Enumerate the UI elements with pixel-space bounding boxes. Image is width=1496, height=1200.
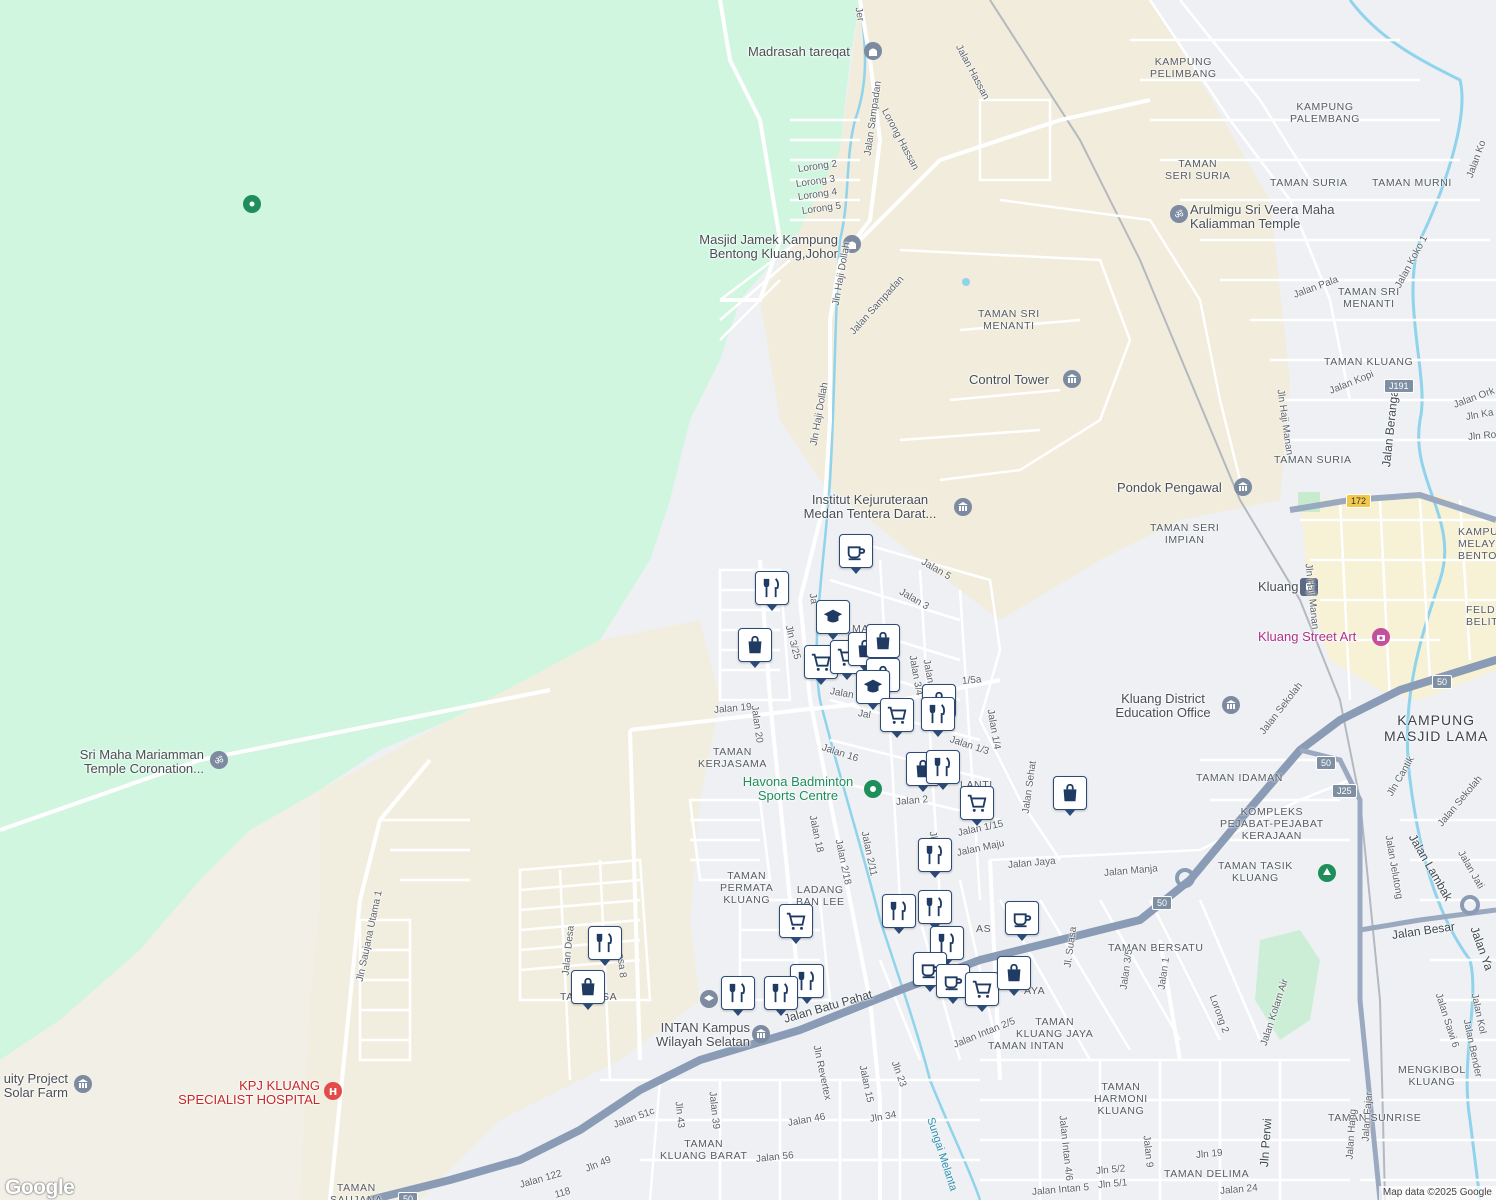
fork-knife-icon	[890, 901, 907, 921]
pin-school[interactable]	[816, 600, 850, 640]
coffee-icon	[847, 546, 866, 561]
pin-restaurant-3[interactable]	[926, 750, 960, 790]
shopping-bag-icon	[1007, 963, 1021, 982]
shopping-bag-icon	[876, 631, 890, 650]
fork-knife-icon	[926, 897, 943, 917]
svg-text:ॐ: ॐ	[1174, 209, 1183, 220]
map-data-attribution[interactable]: Map data ©2025 Google	[1378, 1186, 1496, 1200]
pin-grocery-3[interactable]	[880, 698, 914, 738]
pin-shopping[interactable]	[738, 628, 772, 668]
shopping-bag-icon	[748, 635, 762, 654]
pin-restaurant-11[interactable]	[588, 926, 622, 966]
park-tree-icon[interactable]	[1318, 864, 1336, 882]
pin-cafe-2[interactable]	[1005, 901, 1039, 941]
graduation-cap-icon	[823, 609, 843, 623]
mosque-icon[interactable]	[864, 42, 882, 60]
pin-shopping-9[interactable]	[571, 970, 605, 1010]
fork-knife-icon	[763, 578, 780, 598]
coffee-icon	[1013, 913, 1032, 928]
fork-knife-icon	[596, 933, 613, 953]
shopping-cart-icon	[972, 980, 992, 998]
landmark-icon[interactable]	[1063, 370, 1081, 388]
route-shield-50-mid: 50	[1316, 756, 1337, 770]
fork-knife-icon	[926, 845, 943, 865]
pin-shopping-3[interactable]	[866, 624, 900, 664]
pin-grocery-5[interactable]	[779, 904, 813, 944]
shopping-bag-icon	[581, 977, 595, 996]
shopping-cart-icon	[967, 794, 987, 812]
route-shield-j191: J191	[1384, 379, 1414, 393]
pin-shopping-8[interactable]	[997, 956, 1031, 996]
map-base-layer	[0, 0, 1496, 1200]
fork-knife-icon	[798, 971, 815, 991]
landmark-icon[interactable]	[1222, 696, 1240, 714]
park-flower-icon[interactable]	[243, 195, 261, 213]
fork-knife-icon	[929, 704, 946, 724]
route-shield-j25: J25	[1332, 784, 1357, 798]
pin-restaurant-9[interactable]	[764, 976, 798, 1016]
landmark-icon[interactable]	[1234, 478, 1252, 496]
pin-restaurant[interactable]	[755, 571, 789, 611]
svg-text:H: H	[329, 1087, 337, 1097]
temple-icon[interactable]: ॐ	[210, 751, 228, 769]
sports-icon[interactable]	[864, 780, 882, 798]
shopping-cart-icon	[811, 653, 831, 671]
route-shield-172: 172	[1346, 494, 1372, 508]
graduation-cap-icon	[863, 679, 883, 693]
landmark-icon[interactable]	[74, 1075, 92, 1093]
school-icon[interactable]	[700, 990, 718, 1008]
temple-icon[interactable]: ॐ	[1170, 205, 1188, 223]
pin-grocery-4[interactable]	[960, 786, 994, 826]
fork-knife-icon	[772, 983, 789, 1003]
pin-restaurant-10[interactable]	[721, 976, 755, 1016]
pin-shopping-7[interactable]	[1053, 776, 1087, 816]
pin-grocery-6[interactable]	[965, 972, 999, 1012]
camera-icon[interactable]	[1372, 628, 1390, 646]
pin-cafe[interactable]	[839, 534, 873, 574]
train-icon[interactable]	[1300, 578, 1318, 596]
fork-knife-icon	[934, 757, 951, 777]
pond	[962, 278, 970, 286]
svg-text:ॐ: ॐ	[214, 755, 223, 766]
mosque-icon[interactable]	[843, 235, 861, 253]
hospital-icon[interactable]: H	[324, 1082, 342, 1100]
fork-knife-icon	[729, 983, 746, 1003]
pin-restaurant-4[interactable]	[918, 838, 952, 878]
landmark-icon[interactable]	[954, 498, 972, 516]
fork-knife-icon	[938, 933, 955, 953]
route-shield-50-west: 50	[398, 1192, 419, 1200]
landmark-icon[interactable]	[752, 1025, 770, 1043]
pin-restaurant-5[interactable]	[882, 894, 916, 934]
map-canvas[interactable]: Madrasah tareqat Masjid Jamek Kampung Be…	[0, 0, 1496, 1200]
shopping-cart-icon	[786, 912, 806, 930]
pin-restaurant-6[interactable]	[918, 890, 952, 930]
shopping-bag-icon	[1063, 783, 1077, 802]
pin-restaurant-2[interactable]	[921, 697, 955, 737]
route-shield-50-south: 50	[1152, 896, 1173, 910]
shopping-cart-icon	[887, 706, 907, 724]
google-logo: Google	[5, 1176, 75, 1199]
park-area-south	[1255, 930, 1320, 1040]
route-shield-50-east: 50	[1432, 675, 1453, 689]
coffee-icon	[944, 976, 963, 991]
